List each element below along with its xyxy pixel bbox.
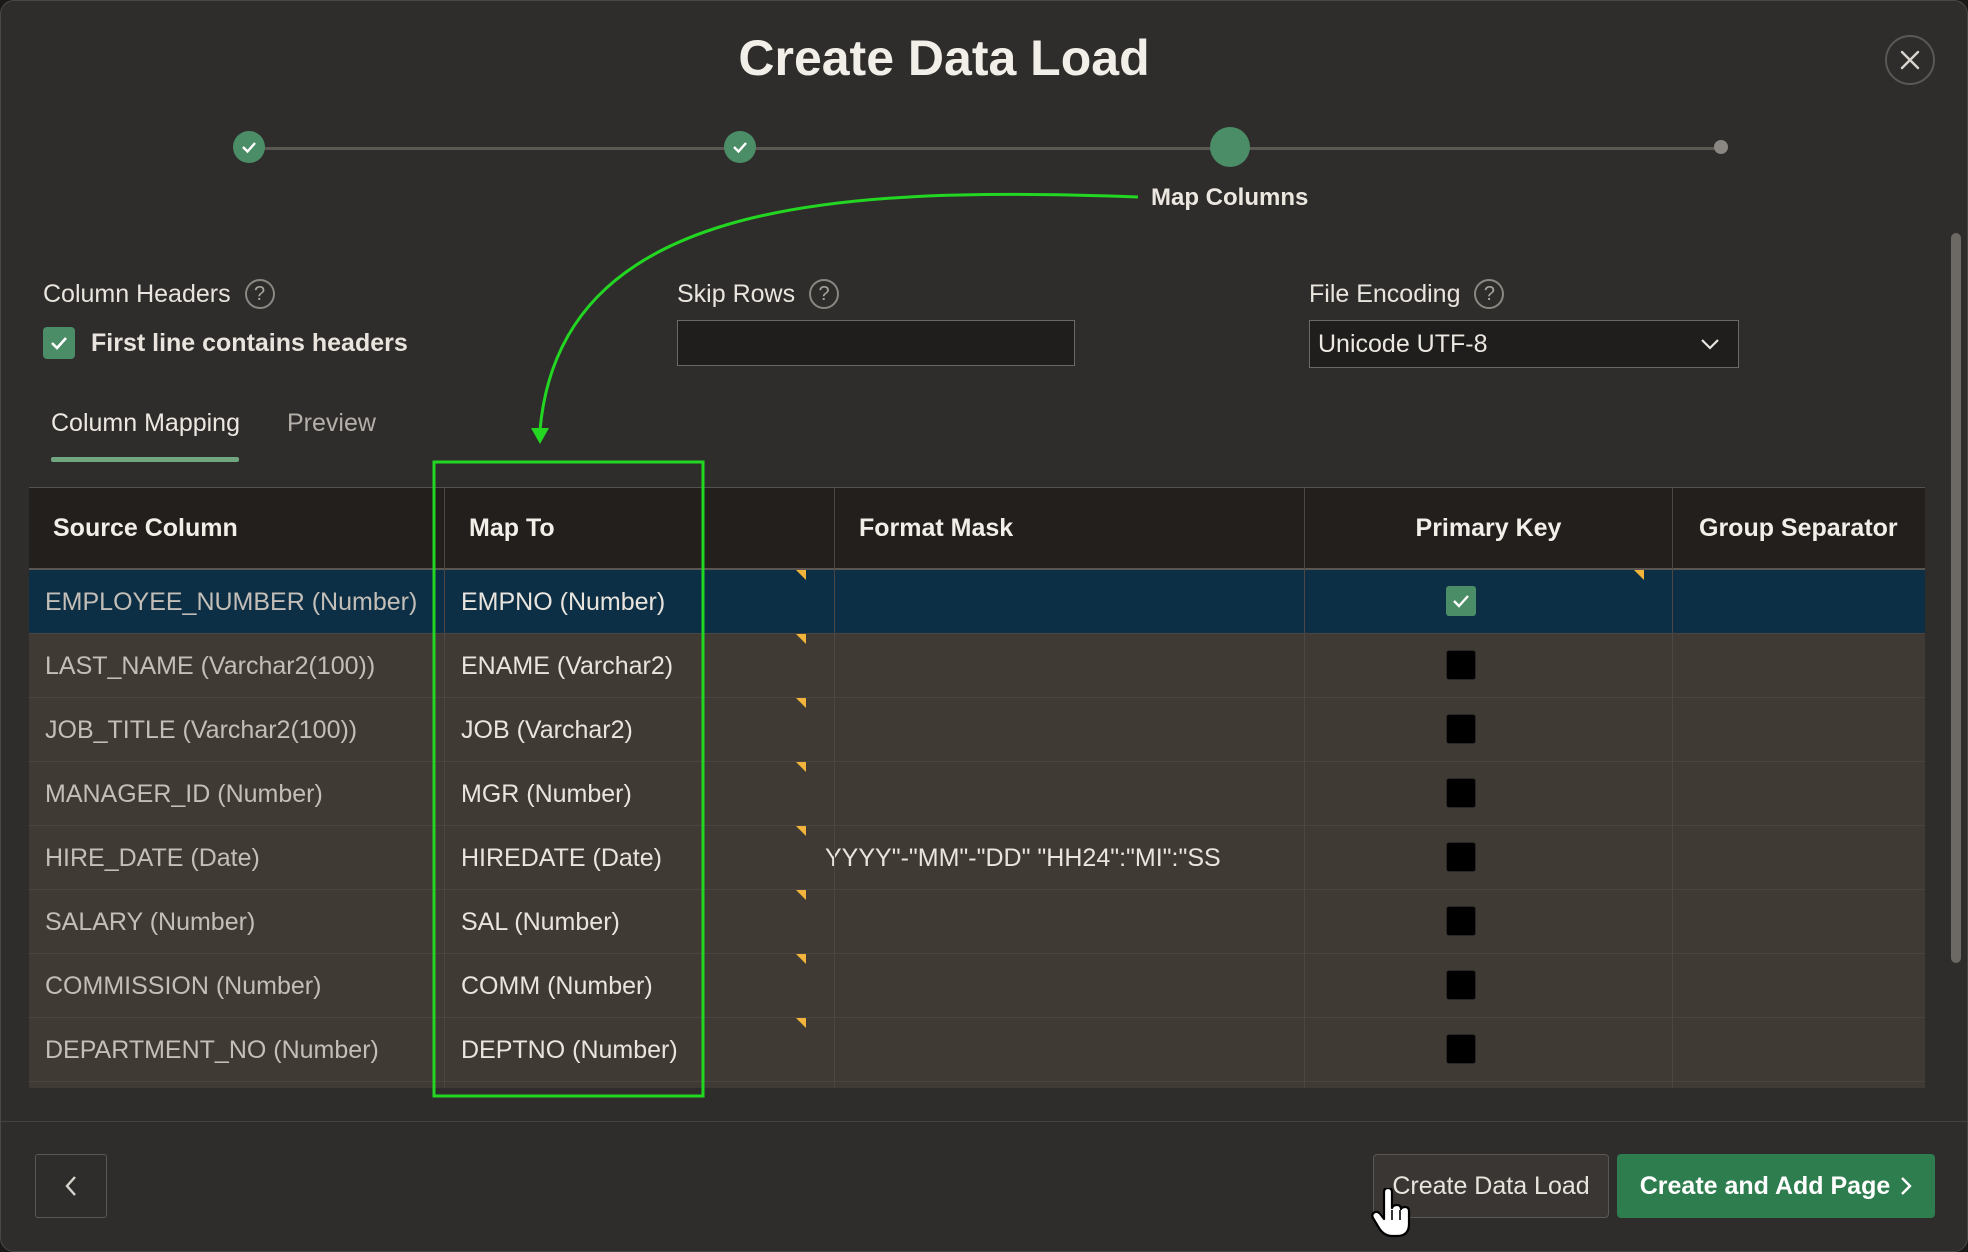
map-to-cell[interactable]: HIREDATE (Date) [461, 826, 662, 890]
map-to-cell[interactable]: COMM (Number) [461, 954, 653, 1018]
file-encoding-label: File Encoding [1309, 279, 1461, 308]
tab-column-mapping[interactable]: Column Mapping [51, 409, 240, 438]
source-column-cell: LAST_NAME (Varchar2(100)) [45, 651, 376, 680]
column-divider [1304, 488, 1305, 1088]
column-divider [834, 488, 835, 1088]
vertical-scrollbar[interactable] [1951, 233, 1961, 963]
column-headers-label: Column Headers [43, 279, 231, 308]
changed-marker [796, 570, 806, 580]
hand-pointer-icon [1371, 1188, 1411, 1238]
check-icon [1453, 595, 1469, 608]
source-column-cell: SALARY (Number) [45, 907, 256, 936]
chevron-right-icon [1901, 1177, 1912, 1195]
check-icon [242, 142, 256, 154]
progress-step-3-current [1210, 127, 1250, 167]
check-icon [733, 142, 747, 154]
changed-marker [796, 634, 806, 644]
table-row[interactable]: LAST_NAME (Varchar2(100)) ENAME (Varchar… [29, 634, 1925, 698]
table-row[interactable]: MANAGER_ID (Number) MGR (Number) [29, 762, 1925, 826]
file-encoding-label-group: File Encoding ? [1309, 279, 1505, 309]
progress-step-2 [724, 131, 756, 163]
table-row[interactable]: EMPLOYEE_NUMBER (Number) EMPNO (Number) [29, 570, 1925, 634]
help-icon[interactable]: ? [809, 279, 840, 309]
changed-marker [796, 1018, 806, 1028]
header-map-to[interactable]: Map To [445, 488, 834, 570]
header-primary-key[interactable]: Primary Key [1305, 488, 1672, 570]
create-data-load-dialog: Create Data Load Map Columns Column Head… [0, 0, 1968, 1252]
table-row[interactable]: JOB_TITLE (Varchar2(100)) JOB (Varchar2) [29, 698, 1925, 762]
chevron-down-icon [1701, 339, 1719, 350]
progress-step-4 [1714, 140, 1728, 154]
create-and-add-page-label: Create and Add Page [1639, 1171, 1891, 1200]
source-column-cell: HIRE_DATE (Date) [45, 843, 260, 872]
chevron-left-icon [65, 1176, 76, 1196]
check-icon [51, 337, 67, 350]
source-column-cell: MANAGER_ID (Number) [45, 779, 323, 808]
primary-key-checkbox[interactable] [1446, 778, 1476, 808]
dialog-title: Create Data Load [738, 30, 1150, 86]
header-source-column[interactable]: Source Column [29, 488, 444, 570]
file-encoding-value: Unicode UTF-8 [1318, 329, 1488, 358]
skip-rows-input[interactable] [677, 320, 1075, 366]
table-row[interactable]: HIRE_DATE (Date) HIREDATE (Date) YYYY"-"… [29, 826, 1925, 890]
changed-marker [796, 762, 806, 772]
map-to-cell[interactable]: MGR (Number) [461, 762, 632, 826]
close-icon [1900, 50, 1920, 70]
map-to-cell[interactable]: EMPNO (Number) [461, 570, 665, 634]
primary-key-checkbox[interactable] [1446, 842, 1476, 872]
column-divider [1672, 488, 1673, 1088]
current-step-label: Map Columns [1151, 184, 1309, 211]
column-divider [444, 488, 445, 1088]
header-format-mask[interactable]: Format Mask [835, 488, 1304, 570]
table-row[interactable]: COMMISSION (Number) COMM (Number) [29, 954, 1925, 1018]
create-and-add-page-button[interactable]: Create and Add Page [1617, 1154, 1935, 1218]
skip-rows-label-group: Skip Rows ? [677, 279, 840, 309]
close-button[interactable] [1885, 35, 1935, 85]
skip-rows-label: Skip Rows [677, 279, 796, 308]
changed-marker [796, 890, 806, 900]
progress-track [249, 147, 1721, 150]
progress-step-1 [233, 131, 265, 163]
format-mask-cell[interactable]: YYYY"-"MM"-"DD" "HH24":"MI":"SS [825, 826, 1221, 890]
column-headers-label-group: Column Headers ? [43, 279, 275, 309]
primary-key-checkbox[interactable] [1446, 650, 1476, 680]
table-row[interactable]: SALARY (Number) SAL (Number) [29, 890, 1925, 954]
changed-marker [796, 954, 806, 964]
first-line-headers-label: First line contains headers [91, 328, 408, 357]
changed-marker [796, 826, 806, 836]
map-to-cell[interactable]: SAL (Number) [461, 890, 620, 954]
column-mapping-grid: Source Column Map To Format Mask Primary… [29, 487, 1925, 1088]
primary-key-checkbox[interactable] [1446, 1034, 1476, 1064]
file-encoding-select[interactable]: Unicode UTF-8 [1309, 320, 1739, 368]
primary-key-checkbox[interactable] [1446, 586, 1476, 616]
header-group-separator[interactable]: Group Separator [1673, 488, 1925, 570]
source-column-cell: DEPARTMENT_NO (Number) [45, 1035, 379, 1064]
map-to-cell[interactable]: ENAME (Varchar2) [461, 634, 673, 698]
map-to-cell[interactable]: DEPTNO (Number) [461, 1018, 678, 1082]
footer-divider [1, 1121, 1967, 1122]
changed-marker [1634, 570, 1644, 580]
map-to-cell[interactable]: JOB (Varchar2) [461, 698, 633, 762]
primary-key-checkbox[interactable] [1446, 714, 1476, 744]
tab-preview[interactable]: Preview [287, 409, 376, 438]
primary-key-checkbox[interactable] [1446, 906, 1476, 936]
source-column-cell: EMPLOYEE_NUMBER (Number) [45, 587, 418, 616]
active-tab-indicator [51, 457, 239, 462]
help-icon[interactable]: ? [1474, 279, 1505, 309]
primary-key-checkbox[interactable] [1446, 970, 1476, 1000]
changed-marker [796, 698, 806, 708]
source-column-cell: JOB_TITLE (Varchar2(100)) [45, 715, 358, 744]
source-column-cell: COMMISSION (Number) [45, 971, 322, 1000]
first-line-headers-checkbox[interactable] [43, 327, 75, 359]
first-line-headers-checkbox-group[interactable]: First line contains headers [43, 327, 408, 359]
table-row[interactable]: DEPARTMENT_NO (Number) DEPTNO (Number) [29, 1018, 1925, 1082]
back-button[interactable] [35, 1154, 107, 1218]
help-icon[interactable]: ? [244, 279, 275, 309]
